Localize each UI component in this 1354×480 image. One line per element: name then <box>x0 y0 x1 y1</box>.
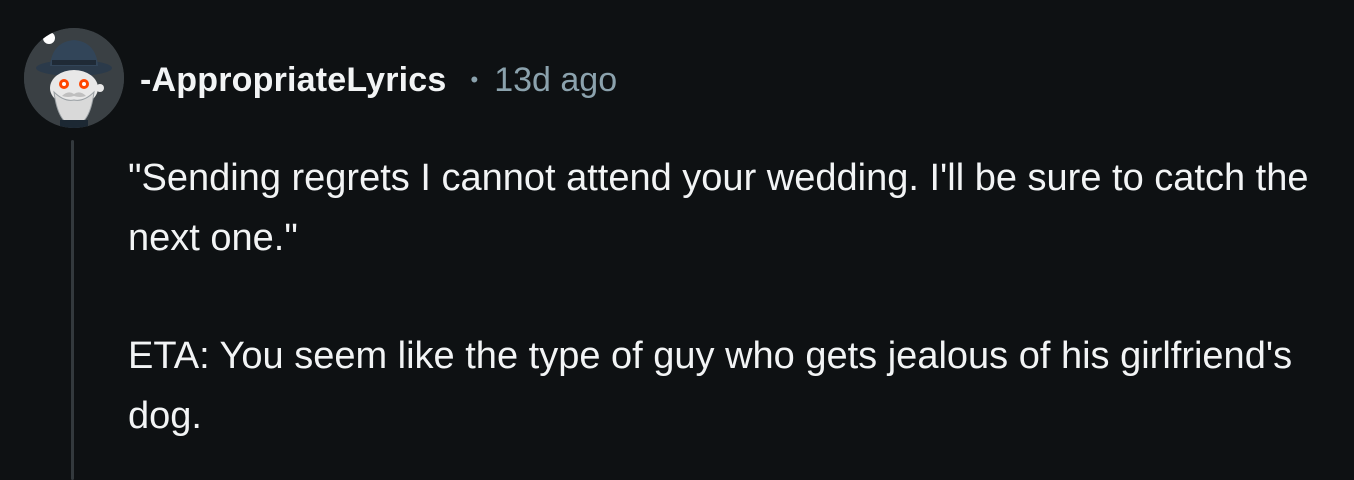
snoo-avatar-icon <box>24 28 124 128</box>
comment-paragraph: ETA: You seem like the type of guy who g… <box>128 335 1293 437</box>
comment: -AppropriateLyrics • 13d ago "Sending re… <box>0 0 1354 480</box>
thread-line[interactable] <box>71 140 74 480</box>
timestamp[interactable]: 13d ago <box>494 61 617 100</box>
comment-body: "Sending regrets I cannot attend your we… <box>128 148 1328 446</box>
comment-meta: -AppropriateLyrics • 13d ago <box>140 58 617 102</box>
username-link[interactable]: -AppropriateLyrics <box>140 61 447 100</box>
comment-paragraph: "Sending regrets I cannot attend your we… <box>128 157 1309 259</box>
avatar[interactable] <box>24 28 124 128</box>
separator-dot: • <box>470 67 479 92</box>
